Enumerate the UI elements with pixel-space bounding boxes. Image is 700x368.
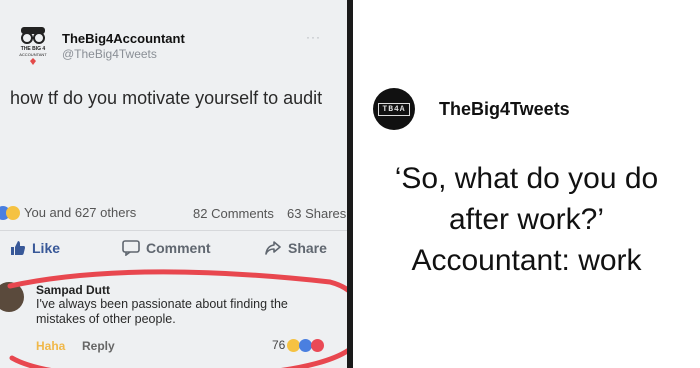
caption-panel: TB4A TheBig4Tweets ‘So, what do you do a… bbox=[353, 0, 700, 368]
reaction-summary[interactable]: You and 627 others bbox=[0, 205, 136, 220]
share-button[interactable]: Share bbox=[264, 240, 327, 256]
brand-logo[interactable]: TB4A bbox=[373, 88, 415, 130]
comment-text: I've always been passionate about findin… bbox=[36, 297, 288, 326]
divider bbox=[0, 230, 347, 231]
comment-button[interactable]: Comment bbox=[122, 240, 211, 256]
share-label: Share bbox=[288, 240, 327, 256]
commenter-avatar[interactable] bbox=[0, 282, 24, 312]
facebook-post-screenshot: THE BIG 4 ACCOUNTANT TheBig4Accountant @… bbox=[0, 0, 347, 368]
reactions-label: You and 627 others bbox=[24, 205, 137, 220]
nerd-avatar-icon: THE BIG 4 ACCOUNTANT bbox=[19, 27, 47, 65]
comments-count[interactable]: 82 Comments bbox=[193, 206, 274, 221]
caption-quote: ‘So, what do you do after work?’ Account… bbox=[353, 158, 700, 281]
shares-count[interactable]: 63 Shares bbox=[287, 206, 346, 221]
post-author-name[interactable]: TheBig4Accountant bbox=[62, 31, 185, 46]
more-options-icon[interactable]: ··· bbox=[306, 30, 321, 44]
svg-text:ACCOUNTANT: ACCOUNTANT bbox=[19, 52, 47, 57]
caption-line-3: Accountant: work bbox=[411, 244, 642, 277]
commenter-name[interactable]: Sampad Dutt bbox=[36, 283, 110, 297]
thumbs-up-icon bbox=[11, 241, 25, 255]
post-text: how tf do you motivate yourself to audit bbox=[10, 88, 323, 108]
haha-reaction-link[interactable]: Haha bbox=[36, 339, 65, 353]
love-reaction-icon bbox=[311, 338, 325, 352]
caption-line-1: ‘So, what do you do bbox=[394, 162, 659, 195]
like-label: Like bbox=[32, 240, 61, 256]
sad-reaction-icon bbox=[6, 205, 20, 220]
reaction-icons bbox=[0, 205, 20, 220]
comment-icon bbox=[122, 240, 140, 256]
comment-label: Comment bbox=[146, 240, 211, 256]
comment-reaction-count[interactable]: 76 bbox=[272, 338, 325, 352]
brand-name[interactable]: TheBig4Tweets bbox=[439, 99, 570, 120]
comment-reaction-number: 76 bbox=[272, 338, 286, 352]
post-author-handle[interactable]: @TheBig4Tweets bbox=[62, 47, 157, 61]
highlighted-comment: Sampad Dutt I've always been passionate … bbox=[0, 280, 347, 360]
brand-logo-text: TB4A bbox=[378, 102, 410, 116]
reply-link[interactable]: Reply bbox=[82, 339, 115, 353]
like-button[interactable]: Like bbox=[10, 240, 60, 256]
caption-line-2: after work?’ bbox=[448, 203, 605, 236]
post-actions-bar: Like Comment Share bbox=[0, 240, 347, 262]
share-arrow-icon bbox=[265, 241, 281, 255]
